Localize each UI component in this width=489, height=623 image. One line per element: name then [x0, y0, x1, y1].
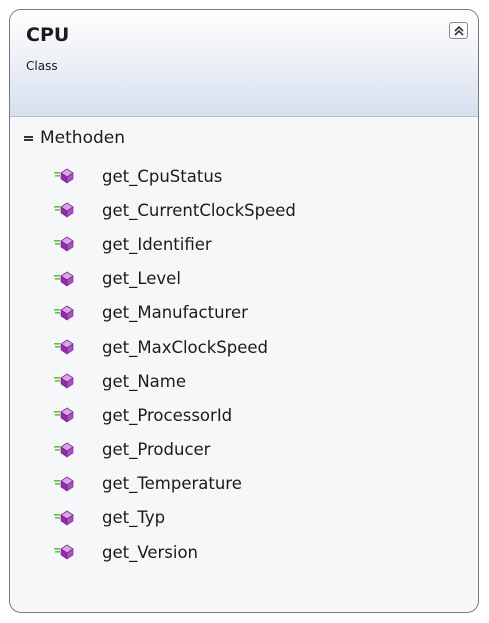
- collapse-minus-icon[interactable]: [24, 133, 34, 143]
- method-name: get_Version: [102, 542, 199, 562]
- method-item-get-version[interactable]: get_Version: [54, 535, 296, 569]
- method-icon: [54, 337, 80, 357]
- method-item-get-identifier[interactable]: get_Identifier: [54, 227, 296, 261]
- double-chevron-up-icon: [454, 25, 464, 36]
- method-item-get-producer[interactable]: get_Producer: [54, 433, 296, 467]
- method-icon: [54, 405, 80, 425]
- method-icon: [54, 371, 80, 391]
- method-item-get-maxclockspeed[interactable]: get_MaxClockSpeed: [54, 330, 296, 364]
- method-name: get_Manufacturer: [102, 303, 248, 323]
- collapse-button[interactable]: [449, 22, 468, 39]
- method-icon: [54, 269, 80, 289]
- method-item-get-name[interactable]: get_Name: [54, 364, 296, 398]
- method-item-get-currentclockspeed[interactable]: get_CurrentClockSpeed: [54, 193, 296, 227]
- class-shape[interactable]: CPU Class Methoden get_CpuStatus get_Cur…: [9, 9, 479, 613]
- method-icon: [54, 200, 80, 220]
- method-icon: [54, 440, 80, 460]
- methods-list: get_CpuStatus get_CurrentClockSpeed get_…: [54, 159, 296, 569]
- method-item-get-level[interactable]: get_Level: [54, 262, 296, 296]
- section-label: Methoden: [40, 128, 125, 148]
- method-name: get_CurrentClockSpeed: [102, 200, 296, 220]
- method-icon: [54, 474, 80, 494]
- class-header: CPU Class: [10, 10, 478, 116]
- method-name: get_Producer: [102, 440, 211, 460]
- method-name: get_MaxClockSpeed: [102, 337, 269, 357]
- method-icon: [54, 234, 80, 254]
- method-icon: [54, 542, 80, 562]
- method-item-get-cpustatus[interactable]: get_CpuStatus: [54, 159, 296, 193]
- method-name: get_Identifier: [102, 234, 212, 254]
- method-name: get_Name: [102, 371, 187, 391]
- class-kind: Class: [26, 59, 58, 73]
- class-name[interactable]: CPU: [26, 24, 69, 46]
- method-item-get-processorid[interactable]: get_ProcessorId: [54, 398, 296, 432]
- method-name: get_Temperature: [102, 474, 242, 494]
- method-name: get_Level: [102, 269, 181, 289]
- method-name: get_CpuStatus: [102, 166, 223, 186]
- method-item-get-temperature[interactable]: get_Temperature: [54, 467, 296, 501]
- method-name: get_Typ: [102, 508, 166, 528]
- header-divider: [10, 116, 478, 117]
- method-icon: [54, 303, 80, 323]
- method-icon: [54, 166, 80, 186]
- method-name: get_ProcessorId: [102, 405, 233, 425]
- method-icon: [54, 508, 80, 528]
- method-item-get-manufacturer[interactable]: get_Manufacturer: [54, 296, 296, 330]
- methods-section-header[interactable]: Methoden: [24, 126, 125, 150]
- method-item-get-typ[interactable]: get_Typ: [54, 501, 296, 535]
